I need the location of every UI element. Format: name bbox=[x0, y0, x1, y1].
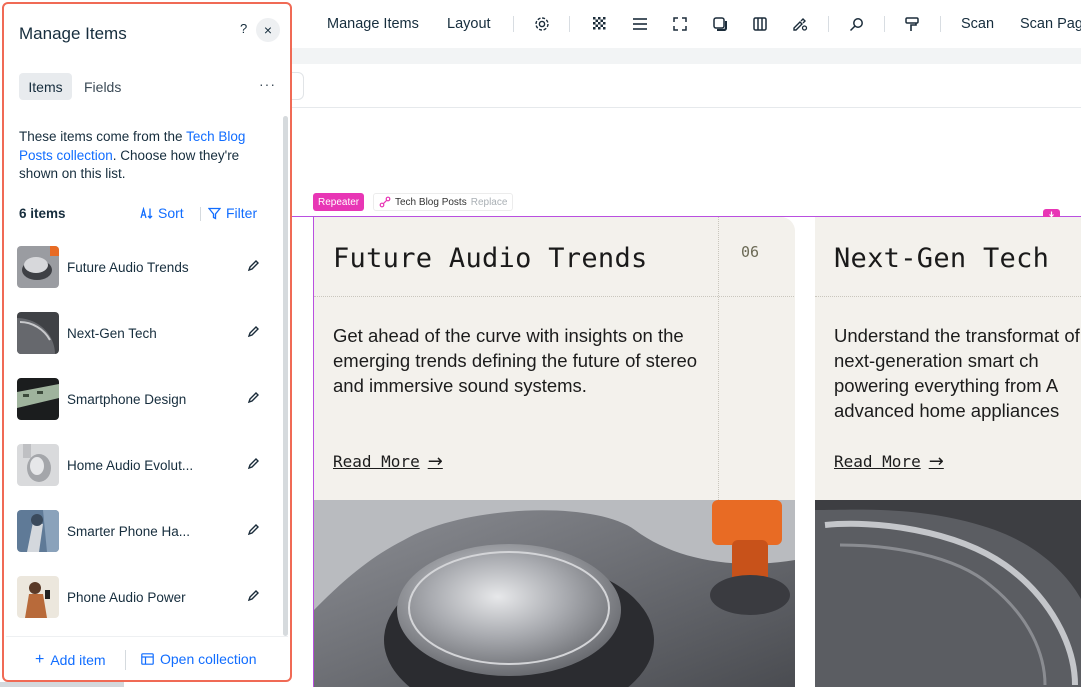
tab-fields[interactable]: Fields bbox=[84, 79, 121, 95]
filter-button[interactable]: Filter bbox=[208, 205, 257, 221]
items-count: 6 items bbox=[19, 206, 66, 221]
search-icon[interactable] bbox=[847, 15, 865, 33]
dataset-badge[interactable]: Tech Blog Posts Replace bbox=[373, 193, 514, 211]
collection-description: These items come from the Tech Blog Post… bbox=[19, 128, 264, 184]
item-label: Phone Audio Power bbox=[67, 589, 186, 605]
manage-items-panel: Manage Items ? × Items Fields ··· These … bbox=[2, 2, 292, 682]
description-text: These items come from the bbox=[19, 129, 187, 144]
toolbar-divider bbox=[828, 16, 829, 32]
editor-toolbar: Manage Items Layout Scan Scan Pag bbox=[292, 0, 1081, 48]
item-label: Smartphone Design bbox=[67, 391, 187, 407]
filter-label: Filter bbox=[226, 205, 258, 221]
edit-pencil-icon[interactable] bbox=[245, 588, 261, 604]
edit-pencil-icon[interactable] bbox=[245, 456, 261, 472]
dataset-name: Tech Blog Posts bbox=[395, 196, 467, 208]
plus-icon: + bbox=[35, 651, 45, 668]
edit-pencil-icon[interactable] bbox=[245, 522, 261, 538]
replace-dataset-link[interactable]: Replace bbox=[471, 197, 508, 208]
filter-icon bbox=[208, 207, 221, 220]
item-label: Home Audio Evolut... bbox=[67, 457, 194, 473]
scrollbar[interactable] bbox=[283, 116, 288, 636]
arrow-right-icon: → bbox=[427, 451, 443, 472]
canvas-header-section[interactable] bbox=[292, 64, 1081, 108]
paint-icon[interactable] bbox=[903, 15, 921, 33]
card-description[interactable]: Get ahead of the curve with insights on … bbox=[333, 323, 703, 398]
item-thumbnail bbox=[17, 576, 59, 618]
item-thumbnail bbox=[17, 378, 59, 420]
open-collection-button[interactable]: Open collection bbox=[141, 651, 257, 667]
list-item[interactable]: Next-Gen Tech bbox=[17, 311, 267, 355]
toolbar-divider bbox=[569, 16, 570, 32]
card-divider bbox=[718, 217, 719, 500]
read-more-label: Read More bbox=[333, 452, 420, 471]
add-item-label: Add item bbox=[50, 652, 106, 668]
toolbar-divider bbox=[200, 207, 201, 221]
card-number[interactable]: 06 bbox=[741, 243, 759, 261]
read-more-label: Read More bbox=[834, 452, 921, 471]
canvas-gap bbox=[292, 48, 1081, 64]
sort-button[interactable]: Sort bbox=[140, 205, 184, 221]
edit-pencil-icon[interactable] bbox=[245, 324, 261, 340]
tab-items[interactable]: Items bbox=[19, 73, 72, 100]
read-more-link[interactable]: Read More → bbox=[834, 451, 944, 472]
item-label: Smarter Phone Ha... bbox=[67, 523, 191, 539]
edit-pencil-icon[interactable] bbox=[245, 390, 261, 406]
close-icon[interactable]: × bbox=[256, 18, 280, 42]
layout-button[interactable]: Layout bbox=[447, 16, 491, 32]
item-label: Next-Gen Tech bbox=[67, 325, 157, 341]
read-more-link[interactable]: Read More → bbox=[333, 451, 443, 472]
footer-divider bbox=[125, 650, 126, 670]
open-collection-label: Open collection bbox=[160, 651, 257, 667]
gear-icon[interactable] bbox=[533, 15, 551, 33]
repeater-badge[interactable]: Repeater bbox=[313, 193, 365, 211]
scan-button[interactable]: Scan bbox=[961, 16, 994, 32]
help-icon[interactable]: ? bbox=[240, 21, 247, 36]
card-image-audio-knob[interactable] bbox=[314, 500, 795, 687]
footer-divider bbox=[6, 636, 288, 637]
align-icon[interactable] bbox=[631, 15, 649, 33]
card-title[interactable]: Future Audio Trends bbox=[333, 243, 648, 274]
crop-icon[interactable] bbox=[671, 15, 689, 33]
item-thumbnail bbox=[17, 312, 59, 354]
more-options-icon[interactable]: ··· bbox=[259, 76, 276, 92]
list-item[interactable]: Future Audio Trends bbox=[17, 245, 267, 289]
pen-settings-icon[interactable] bbox=[791, 15, 809, 33]
manage-items-button[interactable]: Manage Items bbox=[327, 16, 419, 32]
pattern-icon[interactable] bbox=[591, 15, 609, 33]
card-description[interactable]: Understand the transformat of next-gener… bbox=[834, 323, 1081, 423]
columns-icon[interactable] bbox=[751, 15, 769, 33]
card-image-turntable[interactable] bbox=[815, 500, 1081, 687]
item-thumbnail bbox=[17, 510, 59, 552]
card-divider bbox=[314, 296, 795, 297]
list-item[interactable]: Smartphone Design bbox=[17, 377, 267, 421]
item-thumbnail bbox=[17, 444, 59, 486]
table-icon bbox=[141, 653, 154, 665]
scan-page-button[interactable]: Scan Pag bbox=[1020, 16, 1081, 32]
arrow-right-icon: → bbox=[928, 451, 944, 472]
toolbar-divider bbox=[940, 16, 941, 32]
add-item-button[interactable]: + Add item bbox=[35, 651, 106, 669]
card-title[interactable]: Next-Gen Tech bbox=[834, 243, 1049, 274]
item-label: Future Audio Trends bbox=[67, 259, 189, 275]
list-item[interactable]: Smarter Phone Ha... bbox=[17, 509, 267, 553]
list-item[interactable]: Home Audio Evolut... bbox=[17, 443, 267, 487]
edit-pencil-icon[interactable] bbox=[245, 258, 261, 274]
bottom-bar bbox=[0, 682, 124, 687]
repeater-card[interactable]: Future Audio Trends 06 Get ahead of the … bbox=[314, 217, 795, 687]
list-item[interactable]: Phone Audio Power bbox=[17, 575, 267, 619]
dataset-connection-icon bbox=[379, 196, 391, 208]
sort-icon bbox=[140, 206, 153, 219]
item-thumbnail bbox=[17, 246, 59, 288]
card-divider bbox=[815, 296, 1081, 297]
sort-label: Sort bbox=[158, 205, 184, 221]
repeater-card[interactable]: Next-Gen Tech Understand the transformat… bbox=[815, 217, 1081, 687]
shadow-icon[interactable] bbox=[711, 15, 729, 33]
section-tab[interactable] bbox=[292, 72, 304, 100]
toolbar-divider bbox=[513, 16, 514, 32]
toolbar-divider bbox=[884, 16, 885, 32]
panel-title: Manage Items bbox=[19, 24, 127, 43]
